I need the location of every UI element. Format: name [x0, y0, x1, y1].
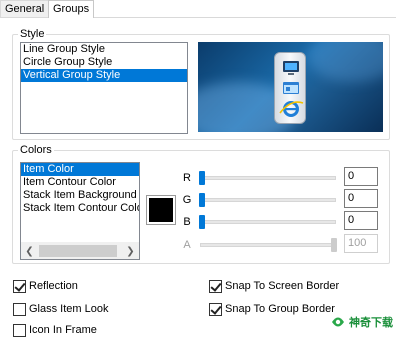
tab-general[interactable]: General: [0, 0, 50, 17]
colors-list-item[interactable]: Stack Item Background: [21, 189, 139, 202]
glass-item-look-label: Glass Item Look: [29, 303, 109, 315]
color-swatch[interactable]: [146, 195, 176, 225]
slider-track-b[interactable]: [200, 220, 336, 224]
snap-to-screen-border-option[interactable]: Snap To Screen Border: [209, 278, 339, 294]
slider-thumb-a: [331, 238, 337, 252]
value-input-r[interactable]: 0: [344, 167, 378, 186]
style-list-item[interactable]: Line Group Style: [21, 43, 187, 56]
snap-to-screen-border-checkbox[interactable]: [209, 279, 222, 293]
color-swatch-fill: [149, 198, 173, 222]
reflection-checkbox[interactable]: [13, 279, 26, 293]
watermark-icon: [332, 317, 344, 327]
icon-in-frame-checkbox[interactable]: [13, 323, 26, 337]
value-input-a: 100: [344, 234, 378, 253]
style-listbox[interactable]: Line Group Style Circle Group Style Vert…: [20, 42, 188, 134]
tab-groups[interactable]: Groups: [48, 0, 95, 18]
snap-to-group-border-label: Snap To Group Border: [225, 303, 335, 315]
reflection-option[interactable]: Reflection: [13, 278, 78, 294]
style-list-item[interactable]: Circle Group Style: [21, 56, 187, 69]
glass-item-look-checkbox[interactable]: [13, 302, 26, 316]
slider-track-a: [200, 243, 336, 247]
internet-explorer-icon: [279, 101, 304, 117]
icon-in-frame-option[interactable]: Icon In Frame: [13, 322, 97, 338]
tab-general-label: General: [5, 3, 45, 15]
watermark-logo: 神奇下载: [330, 314, 393, 330]
scroll-left-arrow-icon[interactable]: ❮: [21, 243, 38, 259]
snap-to-group-border-option[interactable]: Snap To Group Border: [209, 301, 335, 317]
slider-label-g: G: [182, 194, 192, 206]
colors-list-item[interactable]: Stack Item Contour Color: [21, 202, 139, 215]
reflection-label: Reflection: [29, 280, 78, 292]
style-groupbox-title: Style: [18, 28, 47, 40]
slider-thumb-g[interactable]: [199, 193, 205, 207]
slider-thumb-r[interactable]: [199, 171, 205, 185]
colors-horizontal-scrollbar[interactable]: ❮ ❯: [21, 242, 139, 259]
monitor-icon: [283, 61, 299, 75]
style-list-item-selected[interactable]: Vertical Group Style: [21, 69, 187, 82]
preview-dock-icons: [279, 61, 304, 117]
snap-to-screen-border-label: Snap To Screen Border: [225, 280, 340, 292]
watermark-text: 神奇下载: [349, 317, 393, 329]
slider-label-a: A: [183, 239, 191, 251]
glass-item-look-option[interactable]: Glass Item Look: [13, 301, 108, 317]
tab-groups-label: Groups: [53, 3, 90, 15]
icon-in-frame-label: Icon In Frame: [29, 324, 97, 336]
value-input-b[interactable]: 0: [344, 211, 378, 230]
slider-label-b: B: [183, 216, 191, 228]
colors-list-item[interactable]: Item Contour Color: [21, 176, 139, 189]
colors-groupbox-title: Colors: [18, 144, 54, 156]
scrollbar-thumb[interactable]: [39, 245, 117, 257]
style-preview: [198, 42, 383, 132]
slider-track-r[interactable]: [200, 176, 336, 180]
colors-listbox[interactable]: Item Color Item Contour Color Stack Item…: [20, 162, 140, 260]
preview-vertical-dock: [274, 52, 306, 124]
preview-glow: [308, 42, 383, 82]
slider-thumb-b[interactable]: [199, 215, 205, 229]
slider-label-r: R: [183, 172, 191, 184]
colors-list-item-selected[interactable]: Item Color: [21, 163, 139, 176]
slider-track-g[interactable]: [200, 198, 336, 202]
window-icon: [283, 82, 299, 94]
snap-to-group-border-checkbox[interactable]: [209, 302, 222, 316]
scroll-right-arrow-icon[interactable]: ❯: [122, 243, 139, 259]
value-input-g[interactable]: 0: [344, 189, 378, 208]
